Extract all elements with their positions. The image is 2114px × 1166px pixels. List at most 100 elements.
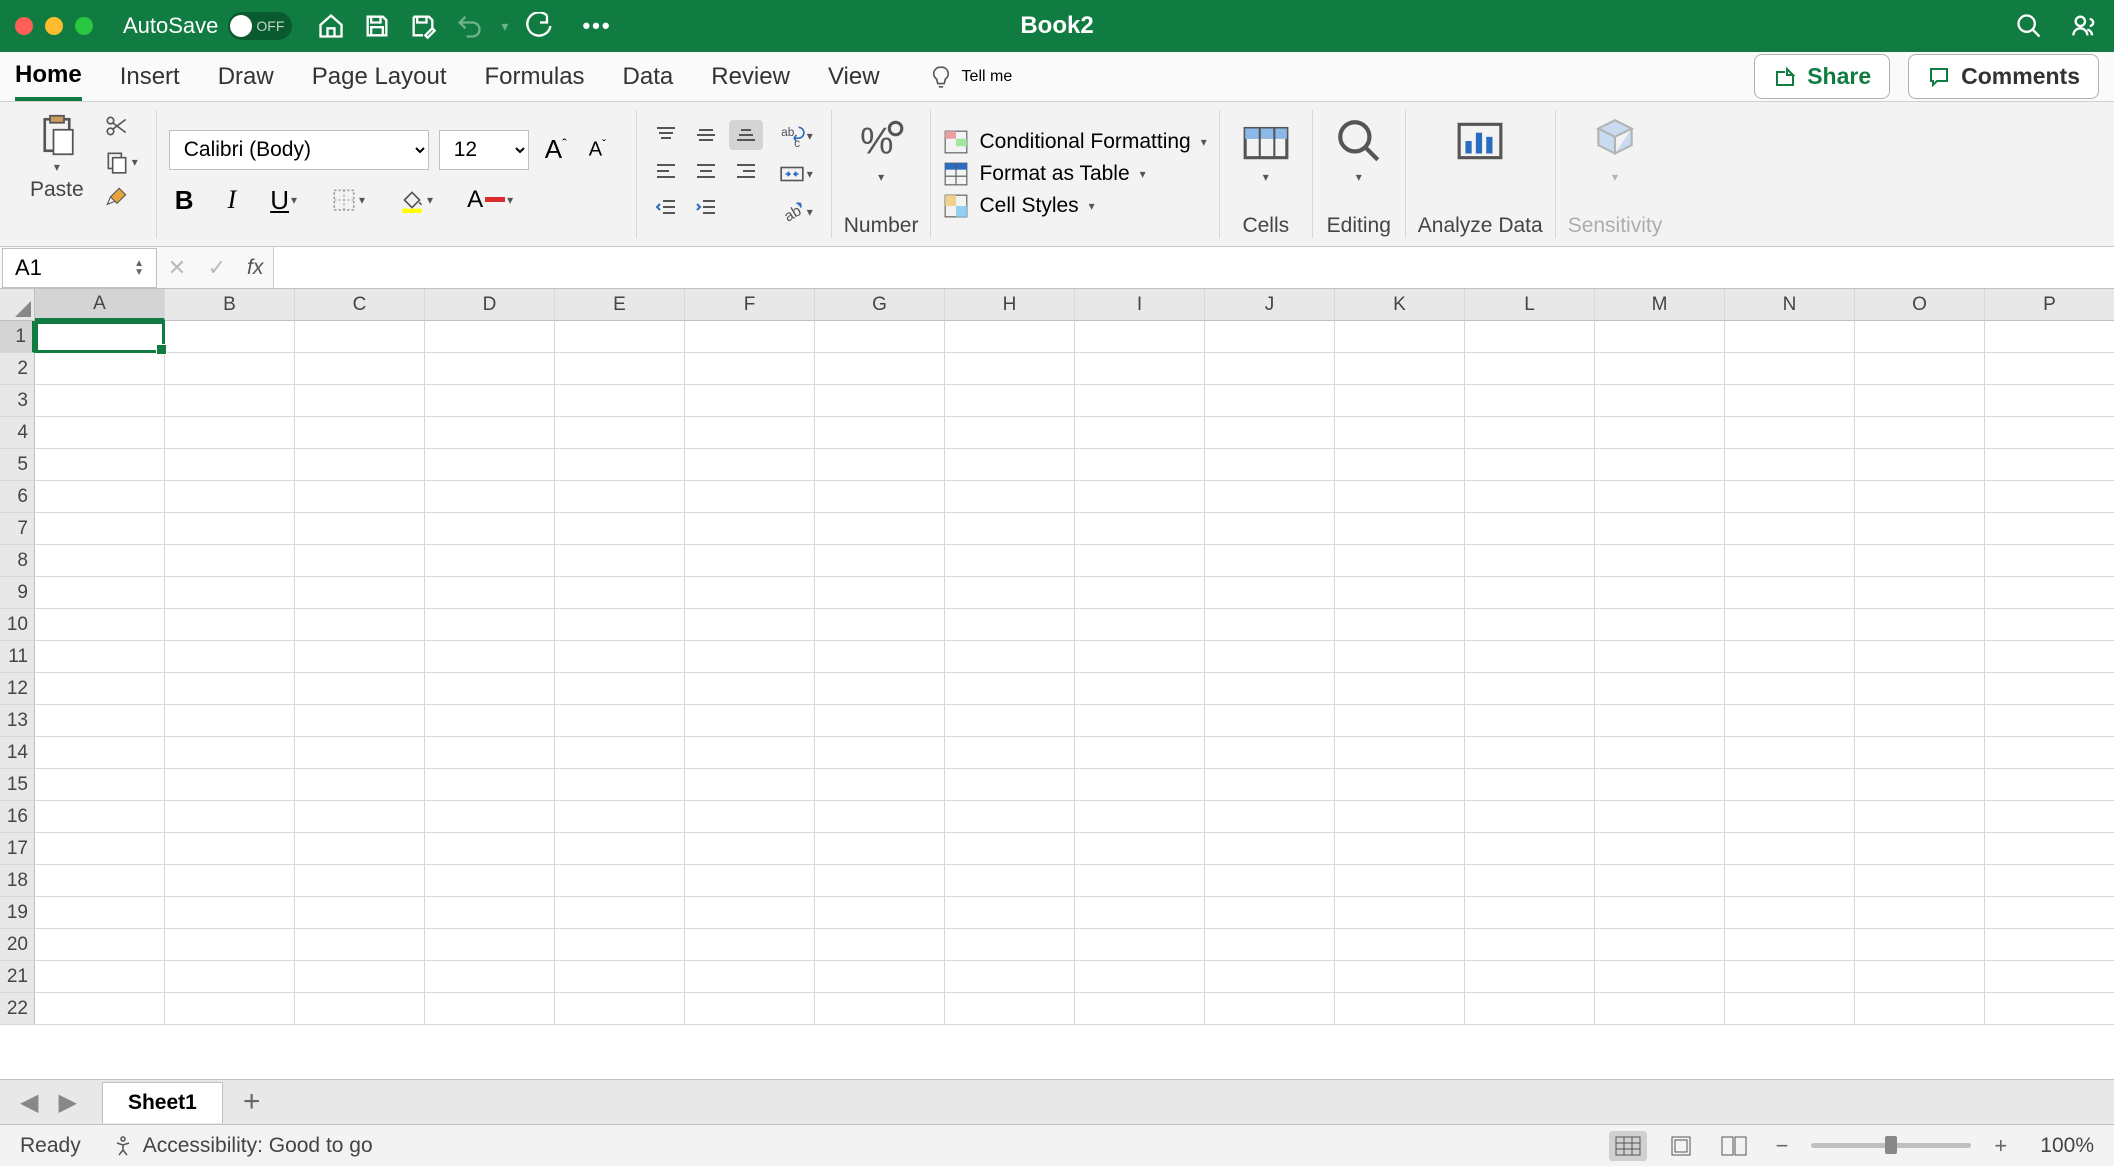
cell-D2[interactable]: [425, 353, 555, 385]
cell-H11[interactable]: [945, 641, 1075, 673]
column-header-F[interactable]: F: [685, 289, 815, 321]
cell-C20[interactable]: [295, 929, 425, 961]
row-header-11[interactable]: 11: [0, 641, 35, 673]
cell-B7[interactable]: [165, 513, 295, 545]
cell-E11[interactable]: [555, 641, 685, 673]
cell-F7[interactable]: [685, 513, 815, 545]
cancel-formula-button[interactable]: ✕: [157, 255, 197, 281]
cell-H6[interactable]: [945, 481, 1075, 513]
cell-J15[interactable]: [1205, 769, 1335, 801]
cell-D22[interactable]: [425, 993, 555, 1025]
column-header-I[interactable]: I: [1075, 289, 1205, 321]
zoom-level[interactable]: 100%: [2040, 1134, 2094, 1158]
cell-H8[interactable]: [945, 545, 1075, 577]
cell-L9[interactable]: [1465, 577, 1595, 609]
paste-button[interactable]: ▾ Paste: [24, 110, 90, 206]
cell-P9[interactable]: [1985, 577, 2114, 609]
cell-K18[interactable]: [1335, 865, 1465, 897]
cell-E15[interactable]: [555, 769, 685, 801]
cell-H9[interactable]: [945, 577, 1075, 609]
row-header-7[interactable]: 7: [0, 513, 35, 545]
cell-H13[interactable]: [945, 705, 1075, 737]
cell-G10[interactable]: [815, 609, 945, 641]
cell-O20[interactable]: [1855, 929, 1985, 961]
cell-C18[interactable]: [295, 865, 425, 897]
cell-H21[interactable]: [945, 961, 1075, 993]
cell-O13[interactable]: [1855, 705, 1985, 737]
cell-A3[interactable]: [35, 385, 165, 417]
cell-A16[interactable]: [35, 801, 165, 833]
cell-H15[interactable]: [945, 769, 1075, 801]
cell-I20[interactable]: [1075, 929, 1205, 961]
account-icon[interactable]: [2071, 12, 2099, 40]
cell-N3[interactable]: [1725, 385, 1855, 417]
cell-G3[interactable]: [815, 385, 945, 417]
analyze-data-button[interactable]: [1446, 110, 1514, 172]
cell-A15[interactable]: [35, 769, 165, 801]
cell-I2[interactable]: [1075, 353, 1205, 385]
row-header-8[interactable]: 8: [0, 545, 35, 577]
cell-H16[interactable]: [945, 801, 1075, 833]
cell-P21[interactable]: [1985, 961, 2114, 993]
cell-C14[interactable]: [295, 737, 425, 769]
cell-A17[interactable]: [35, 833, 165, 865]
autosave-toggle[interactable]: OFF: [228, 12, 292, 40]
cell-P8[interactable]: [1985, 545, 2114, 577]
cell-G21[interactable]: [815, 961, 945, 993]
cell-P7[interactable]: [1985, 513, 2114, 545]
cell-A18[interactable]: [35, 865, 165, 897]
cell-P16[interactable]: [1985, 801, 2114, 833]
cell-P18[interactable]: [1985, 865, 2114, 897]
save-edit-icon[interactable]: [409, 12, 437, 40]
cell-C8[interactable]: [295, 545, 425, 577]
cell-E14[interactable]: [555, 737, 685, 769]
cell-A12[interactable]: [35, 673, 165, 705]
row-header-9[interactable]: 9: [0, 577, 35, 609]
cell-G19[interactable]: [815, 897, 945, 929]
row-header-15[interactable]: 15: [0, 769, 35, 801]
cell-P10[interactable]: [1985, 609, 2114, 641]
undo-dropdown[interactable]: ▾: [501, 18, 508, 35]
cell-J3[interactable]: [1205, 385, 1335, 417]
align-center-button[interactable]: [689, 156, 723, 186]
tab-view[interactable]: View: [828, 55, 880, 99]
cell-J18[interactable]: [1205, 865, 1335, 897]
cell-A1[interactable]: [35, 321, 165, 353]
cell-P22[interactable]: [1985, 993, 2114, 1025]
cell-J2[interactable]: [1205, 353, 1335, 385]
cell-K14[interactable]: [1335, 737, 1465, 769]
increase-indent-button[interactable]: [689, 192, 723, 222]
cell-B3[interactable]: [165, 385, 295, 417]
cell-F6[interactable]: [685, 481, 815, 513]
cell-N22[interactable]: [1725, 993, 1855, 1025]
cell-C2[interactable]: [295, 353, 425, 385]
cell-K22[interactable]: [1335, 993, 1465, 1025]
cell-J13[interactable]: [1205, 705, 1335, 737]
cell-E19[interactable]: [555, 897, 685, 929]
cell-G8[interactable]: [815, 545, 945, 577]
cell-A4[interactable]: [35, 417, 165, 449]
row-header-14[interactable]: 14: [0, 737, 35, 769]
cell-N13[interactable]: [1725, 705, 1855, 737]
cell-I18[interactable]: [1075, 865, 1205, 897]
cell-K12[interactable]: [1335, 673, 1465, 705]
cell-I14[interactable]: [1075, 737, 1205, 769]
format-painter-button[interactable]: [98, 182, 144, 214]
cell-P6[interactable]: [1985, 481, 2114, 513]
cell-O14[interactable]: [1855, 737, 1985, 769]
cell-O12[interactable]: [1855, 673, 1985, 705]
row-header-17[interactable]: 17: [0, 833, 35, 865]
cell-E21[interactable]: [555, 961, 685, 993]
column-header-H[interactable]: H: [945, 289, 1075, 321]
cell-I17[interactable]: [1075, 833, 1205, 865]
cell-K15[interactable]: [1335, 769, 1465, 801]
sensitivity-button[interactable]: ▾: [1581, 110, 1649, 190]
cell-C19[interactable]: [295, 897, 425, 929]
row-header-2[interactable]: 2: [0, 353, 35, 385]
cell-E16[interactable]: [555, 801, 685, 833]
cell-I21[interactable]: [1075, 961, 1205, 993]
formula-input[interactable]: [273, 247, 2114, 288]
cell-N12[interactable]: [1725, 673, 1855, 705]
cell-G22[interactable]: [815, 993, 945, 1025]
cell-L1[interactable]: [1465, 321, 1595, 353]
